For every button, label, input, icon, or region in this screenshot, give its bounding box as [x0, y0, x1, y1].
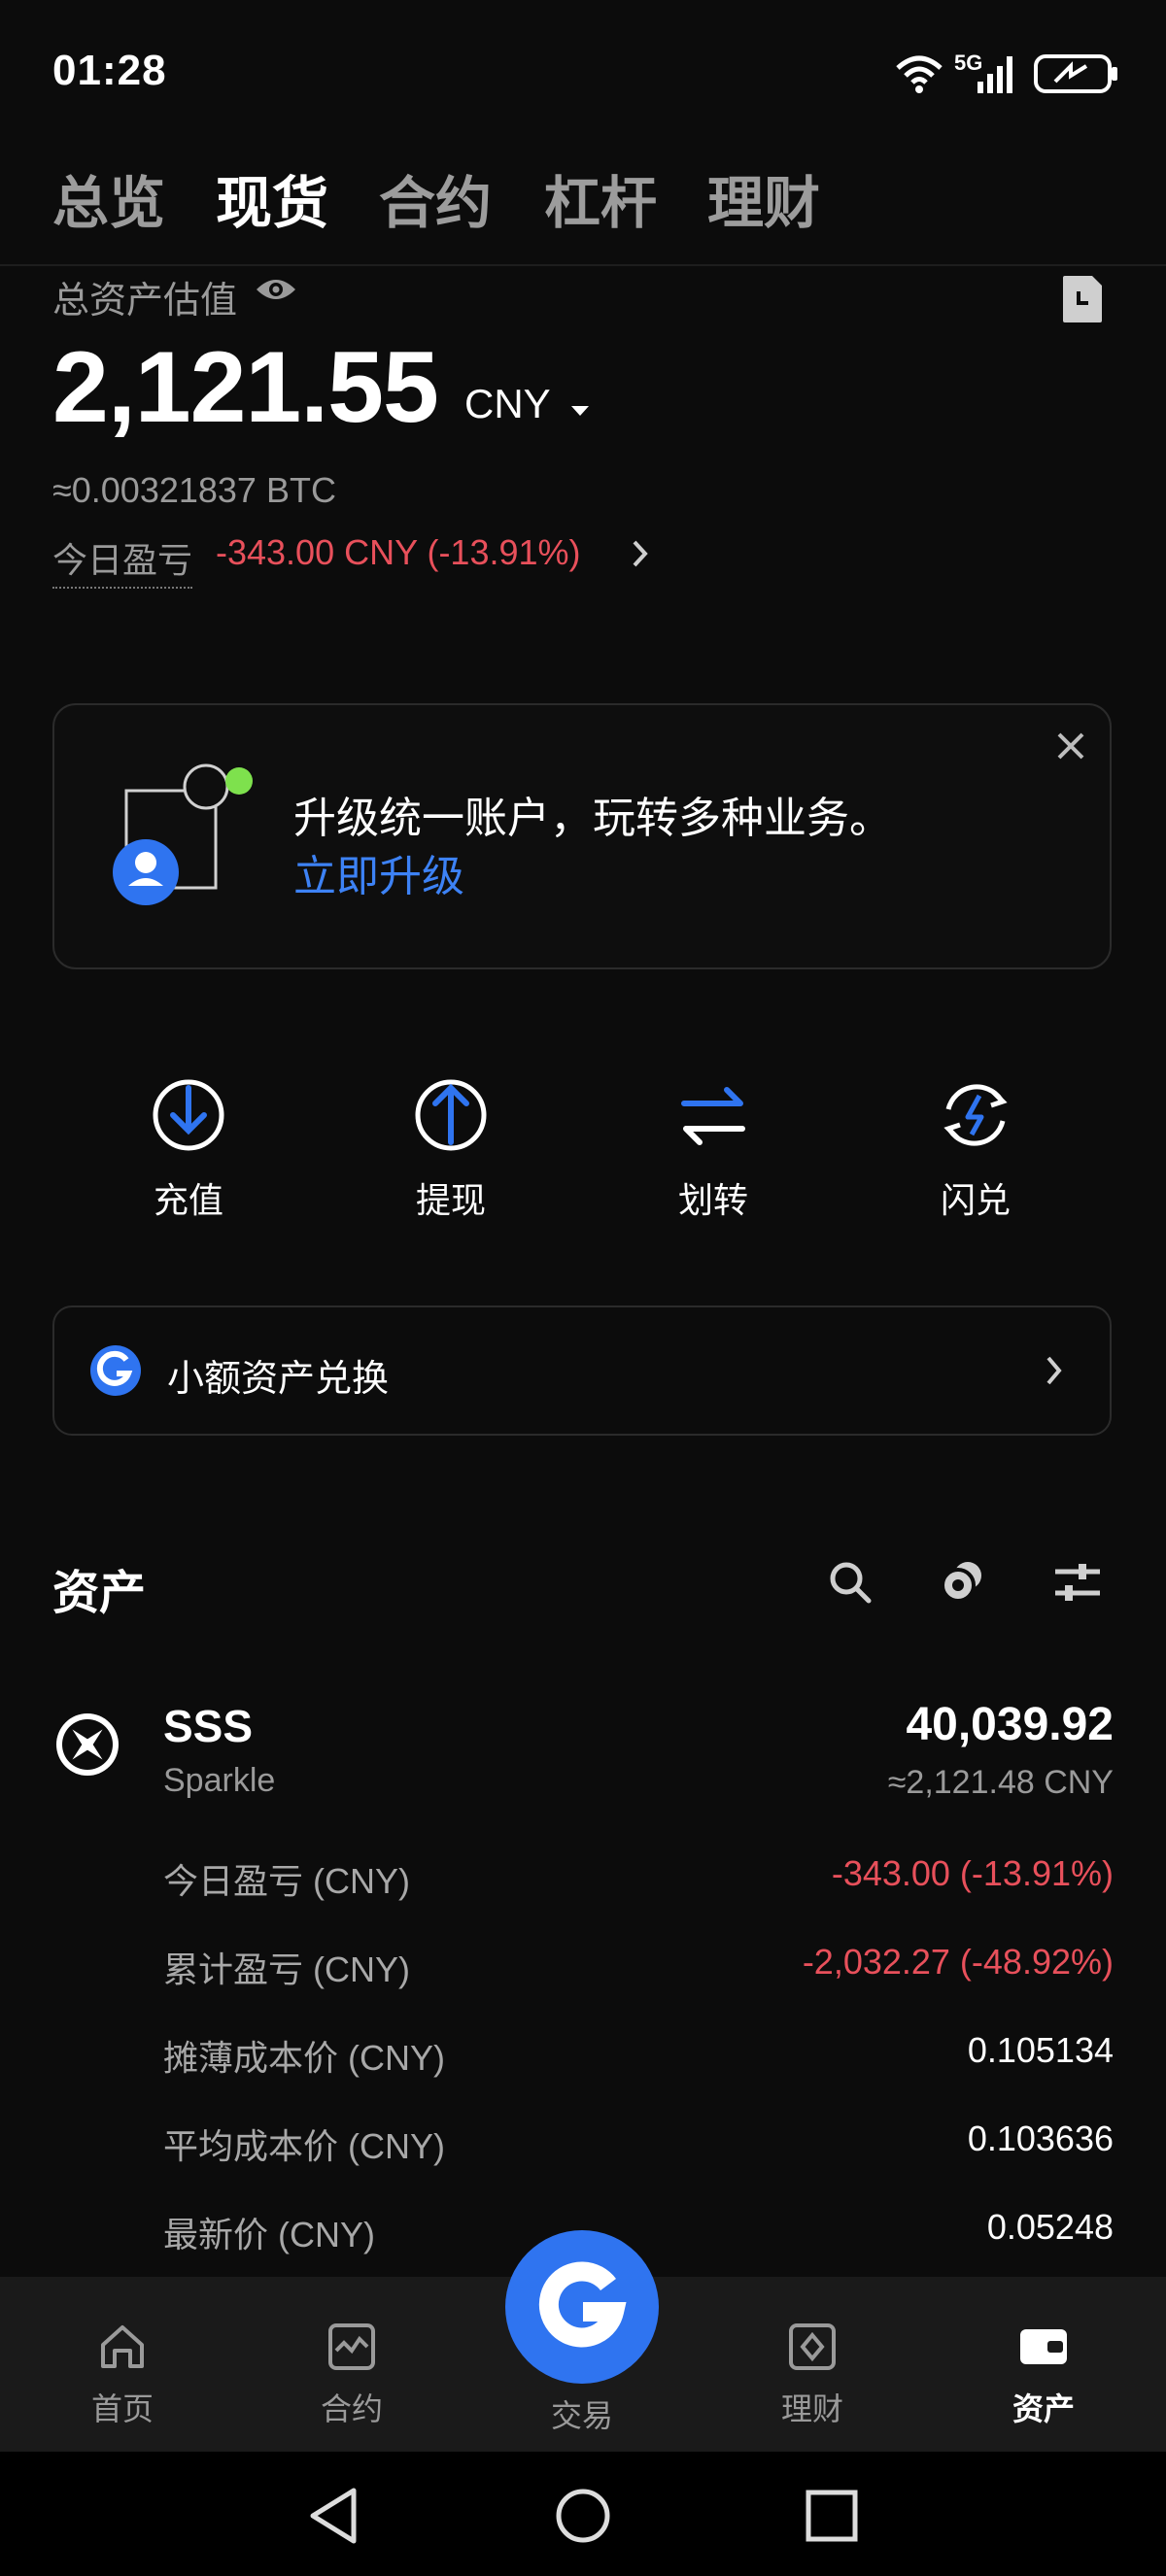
status-time: 01:28 [52, 47, 167, 94]
small-asset-icon [90, 1345, 141, 1396]
home-circle-icon[interactable] [554, 2487, 612, 2545]
deposit-label: 充值 [153, 1180, 223, 1220]
deposit-icon [153, 1079, 224, 1151]
upgrade-link[interactable]: 立即升级 [293, 841, 464, 903]
btc-equivalent: ≈0.00321837 BTC [52, 470, 336, 510]
cumulative-pnl-row-label: 累计盈亏 (CNY) [163, 1949, 410, 1989]
withdraw-label: 提现 [415, 1180, 486, 1220]
tab-contract[interactable]: 合约 [379, 157, 492, 239]
withdraw-button[interactable]: 提现 [354, 1076, 548, 1223]
sparkle-coin-icon [56, 1713, 119, 1776]
nav-assets-label: 资产 [1012, 2391, 1075, 2426]
convert-icon [943, 1084, 1008, 1146]
coins-icon[interactable] [941, 1558, 987, 1605]
currency-selector[interactable]: CNY [464, 381, 591, 427]
convert-label: 闪兑 [940, 1180, 1011, 1220]
nav-finance-label: 理财 [780, 2391, 843, 2426]
convert-button[interactable]: 闪兑 [878, 1076, 1073, 1223]
total-asset-title: 总资产估值 [52, 281, 238, 322]
home-icon [101, 2325, 144, 2368]
upgrade-illustration-icon [113, 763, 253, 905]
average-cost-row-label: 平均成本价 (CNY) [163, 2126, 445, 2166]
tab-spot[interactable]: 现货 [216, 157, 328, 239]
chevron-right-icon [1046, 1356, 1062, 1385]
trade-icon [538, 2261, 627, 2348]
close-icon[interactable] [1055, 730, 1086, 762]
nav-contract[interactable]: 合约 [274, 2320, 429, 2429]
upgrade-message: 升级统一账户，玩转多种业务。 [293, 795, 892, 842]
today-pnl-label[interactable]: 今日盈亏 [52, 532, 193, 589]
average-cost-row-value: 0.103636 [967, 2118, 1114, 2158]
history-icon[interactable] [1061, 274, 1106, 324]
coin-cny-value: ≈2,121.48 CNY [887, 1764, 1114, 1801]
chevron-right-icon[interactable] [630, 538, 651, 569]
filter-settings-icon[interactable] [1053, 1562, 1102, 1603]
nav-assets[interactable]: 资产 [966, 2320, 1121, 2429]
tab-overview[interactable]: 总览 [52, 157, 165, 239]
wallet-icon [1020, 2329, 1067, 2364]
nav-contract-label: 合约 [320, 2391, 383, 2426]
diluted-cost-row-value: 0.105134 [967, 2030, 1114, 2070]
eye-icon[interactable] [255, 274, 297, 305]
wifi-icon [896, 55, 943, 93]
diluted-cost-row-label: 摊薄成本价 (CNY) [163, 2038, 445, 2078]
recents-icon[interactable] [805, 2489, 859, 2543]
search-icon[interactable] [828, 1560, 873, 1605]
nav-home-label: 首页 [90, 2391, 154, 2426]
nav-trade-button[interactable] [505, 2230, 659, 2384]
caret-down-icon [570, 406, 589, 416]
coin-amount: 40,039.92 [906, 1699, 1114, 1750]
tab-divider [0, 264, 1166, 266]
transfer-icon [681, 1087, 745, 1145]
currency-label: CNY [464, 381, 550, 426]
today-pnl-row-label: 今日盈亏 (CNY) [163, 1861, 410, 1901]
coin-symbol: SSS [163, 1701, 254, 1751]
tab-finance[interactable]: 理财 [707, 157, 820, 239]
cumulative-pnl-row-value: -2,032.27 (-48.92%) [802, 1942, 1114, 1982]
deposit-button[interactable]: 充值 [91, 1076, 286, 1223]
nav-home[interactable]: 首页 [45, 2320, 200, 2429]
tab-margin[interactable]: 杠杆 [544, 157, 657, 239]
contract-icon [328, 2323, 375, 2370]
finance-icon [789, 2323, 836, 2370]
battery-icon [1034, 54, 1117, 93]
small-asset-label: 小额资产兑换 [167, 1359, 390, 1400]
nav-finance[interactable]: 理财 [735, 2320, 890, 2429]
signal-icon [977, 56, 1012, 93]
status-bar: 01:28 5G [0, 0, 1166, 146]
transfer-button[interactable]: 划转 [616, 1076, 810, 1223]
transfer-label: 划转 [677, 1180, 748, 1220]
back-icon[interactable] [307, 2487, 361, 2545]
withdraw-icon [415, 1079, 487, 1151]
total-asset-value: 2,121.55 [52, 331, 439, 444]
latest-price-row-value: 0.05248 [986, 2207, 1114, 2247]
coin-name: Sparkle [163, 1762, 276, 1799]
latest-price-row-label: 最新价 (CNY) [163, 2215, 375, 2254]
assets-section-title: 资产 [52, 1568, 147, 1619]
today-pnl-row-value: -343.00 (-13.91%) [831, 1853, 1114, 1893]
nav-trade-label: 交易 [550, 2398, 613, 2433]
today-pnl-value[interactable]: -343.00 CNY (-13.91%) [216, 532, 581, 573]
